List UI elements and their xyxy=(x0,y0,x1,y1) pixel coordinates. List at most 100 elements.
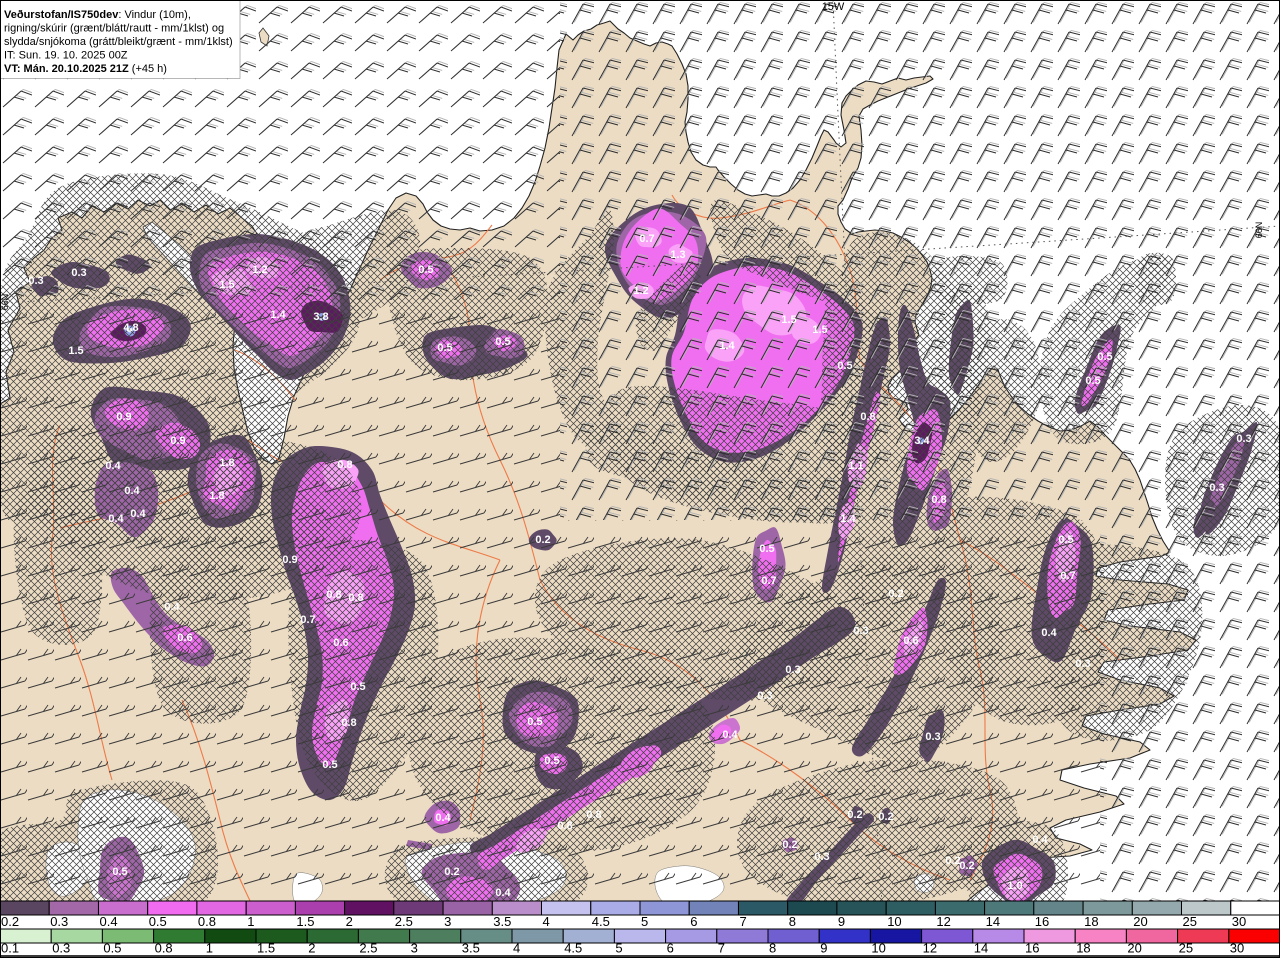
svg-text:1.2: 1.2 xyxy=(252,264,267,276)
svg-text:0.2: 0.2 xyxy=(847,809,862,821)
svg-text:9: 9 xyxy=(838,914,845,929)
svg-text:3.8: 3.8 xyxy=(313,311,328,323)
svg-text:10: 10 xyxy=(887,914,901,929)
svg-text:0.2: 0.2 xyxy=(444,866,459,878)
svg-text:6: 6 xyxy=(667,941,674,956)
svg-text:0.5: 0.5 xyxy=(1097,351,1112,363)
svg-text:5: 5 xyxy=(641,914,648,929)
svg-text:16: 16 xyxy=(1025,941,1039,956)
svg-text:15W: 15W xyxy=(822,1,845,13)
svg-text:0.7: 0.7 xyxy=(1060,570,1075,582)
svg-text:0.3: 0.3 xyxy=(925,731,940,743)
svg-text:3.4: 3.4 xyxy=(914,435,930,447)
svg-text:rigning/skúrir (grænt/blátt/ra: rigning/skúrir (grænt/blátt/rautt - mm/1… xyxy=(4,23,224,35)
svg-text:0.4: 0.4 xyxy=(1032,834,1048,846)
svg-text:0.8: 0.8 xyxy=(155,941,173,956)
svg-text:30: 30 xyxy=(1230,941,1244,956)
svg-text:0.5: 0.5 xyxy=(837,360,852,372)
svg-text:0.4: 0.4 xyxy=(124,485,140,497)
svg-text:0.5: 0.5 xyxy=(759,543,774,555)
svg-text:1.5: 1.5 xyxy=(219,279,234,291)
svg-text:1.4: 1.4 xyxy=(270,309,286,321)
svg-text:0.2: 0.2 xyxy=(535,534,550,546)
svg-text:66N: 66N xyxy=(1254,222,1264,239)
svg-text:1: 1 xyxy=(206,941,213,956)
svg-text:0.5: 0.5 xyxy=(112,866,127,878)
svg-text:8: 8 xyxy=(789,914,796,929)
svg-text:0.4: 0.4 xyxy=(164,601,180,613)
svg-text:8: 8 xyxy=(769,941,776,956)
svg-text:0.1: 0.1 xyxy=(1,941,19,956)
svg-text:0.8: 0.8 xyxy=(586,809,601,821)
svg-text:0.3: 0.3 xyxy=(853,625,868,637)
svg-text:25: 25 xyxy=(1179,941,1193,956)
svg-text:7: 7 xyxy=(718,941,725,956)
svg-text:0.5: 0.5 xyxy=(350,681,365,693)
svg-text:0.9: 0.9 xyxy=(282,554,297,566)
svg-text:14: 14 xyxy=(974,941,988,956)
svg-text:0.8: 0.8 xyxy=(326,589,341,601)
svg-text:18: 18 xyxy=(1076,941,1090,956)
svg-text:0.3: 0.3 xyxy=(52,941,70,956)
svg-text:5: 5 xyxy=(615,941,622,956)
svg-text:1.5: 1.5 xyxy=(781,314,796,326)
svg-text:2: 2 xyxy=(308,941,315,956)
svg-text:0.5: 0.5 xyxy=(322,759,337,771)
svg-text:16: 16 xyxy=(1035,914,1049,929)
svg-text:0.3: 0.3 xyxy=(1075,658,1090,670)
svg-text:3: 3 xyxy=(444,914,451,929)
svg-text:0.6: 0.6 xyxy=(903,635,918,647)
svg-text:20: 20 xyxy=(1133,914,1147,929)
svg-text:0.8: 0.8 xyxy=(557,820,572,832)
svg-text:1.5: 1.5 xyxy=(257,941,275,956)
svg-text:1.4: 1.4 xyxy=(719,340,735,352)
svg-text:3.5: 3.5 xyxy=(493,914,511,929)
svg-text:0.8: 0.8 xyxy=(348,592,363,604)
svg-text:Veðurstofan/IS750dev: Vindur (: Veðurstofan/IS750dev: Vindur (10m), xyxy=(4,9,191,21)
svg-text:2.5: 2.5 xyxy=(395,914,413,929)
svg-text:1.3: 1.3 xyxy=(670,249,685,261)
svg-text:7: 7 xyxy=(740,914,747,929)
svg-text:20: 20 xyxy=(1127,941,1141,956)
svg-text:30: 30 xyxy=(1232,914,1246,929)
svg-text:12: 12 xyxy=(923,941,937,956)
svg-text:0.2: 0.2 xyxy=(888,588,903,600)
svg-text:1: 1 xyxy=(247,914,254,929)
svg-text:0.5: 0.5 xyxy=(437,342,452,354)
svg-text:0.4: 0.4 xyxy=(105,460,121,472)
svg-text:0.8: 0.8 xyxy=(198,914,216,929)
svg-text:4: 4 xyxy=(513,941,520,956)
svg-text:1.2: 1.2 xyxy=(633,285,648,297)
svg-text:6: 6 xyxy=(690,914,697,929)
svg-text:0.3: 0.3 xyxy=(1236,433,1251,445)
svg-text:9: 9 xyxy=(820,941,827,956)
svg-text:1.8: 1.8 xyxy=(219,457,234,469)
svg-text:3.5: 3.5 xyxy=(462,941,480,956)
svg-text:0.5: 0.5 xyxy=(527,716,542,728)
svg-text:0.5: 0.5 xyxy=(495,336,510,348)
svg-text:0.3: 0.3 xyxy=(785,664,800,676)
svg-text:66N: 66N xyxy=(0,294,10,311)
svg-text:0.4: 0.4 xyxy=(108,513,124,525)
svg-text:0.5: 0.5 xyxy=(149,914,167,929)
svg-text:0.3: 0.3 xyxy=(50,914,68,929)
svg-text:2: 2 xyxy=(346,914,353,929)
svg-text:18: 18 xyxy=(1084,914,1098,929)
svg-text:0.2: 0.2 xyxy=(782,839,797,851)
svg-text:4.5: 4.5 xyxy=(564,941,582,956)
svg-text:0.3: 0.3 xyxy=(71,267,86,279)
svg-text:0.7: 0.7 xyxy=(761,575,776,587)
svg-text:0.4: 0.4 xyxy=(100,914,118,929)
svg-text:0.3: 0.3 xyxy=(757,690,772,702)
svg-text:0.4: 0.4 xyxy=(722,729,738,741)
svg-text:1.5: 1.5 xyxy=(812,324,827,336)
svg-text:0.5: 0.5 xyxy=(1085,375,1100,387)
svg-text:1.1: 1.1 xyxy=(848,460,863,472)
svg-text:0.7: 0.7 xyxy=(639,233,654,245)
svg-text:4: 4 xyxy=(543,914,550,929)
svg-text:1.8: 1.8 xyxy=(209,490,224,502)
svg-text:0.9: 0.9 xyxy=(116,411,131,423)
svg-text:10: 10 xyxy=(871,941,885,956)
svg-text:1.0: 1.0 xyxy=(1007,880,1022,892)
svg-text:0.2: 0.2 xyxy=(878,811,893,823)
